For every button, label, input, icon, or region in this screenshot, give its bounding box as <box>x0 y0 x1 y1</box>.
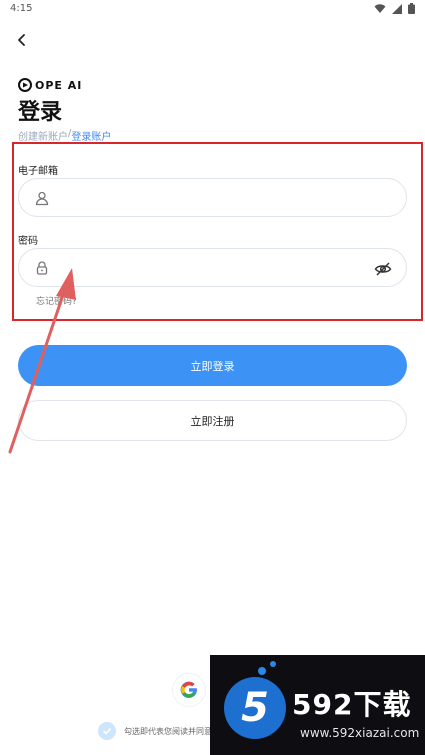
watermark-digit: 5 <box>241 685 269 731</box>
agreement-text: 勾选即代表您阅读并同意 <box>124 726 212 736</box>
watermark-logo: 5 592下载 www.592xiazai.com <box>210 655 425 755</box>
watermark-dot <box>258 667 266 675</box>
signal-icon <box>392 3 402 14</box>
wifi-icon <box>374 3 386 13</box>
login-account-link[interactable]: 登录账户 <box>71 128 111 143</box>
check-icon <box>102 727 112 735</box>
watermark-brand: 592下载 <box>292 688 412 721</box>
google-icon <box>180 681 197 698</box>
watermark-dot <box>270 661 276 667</box>
breadcrumb: 创建新账户 / 登录账户 <box>18 128 111 143</box>
status-bar: 4:15 <box>0 0 425 18</box>
page-title: 登录 <box>18 100 63 125</box>
logo-text: OPE AI <box>35 78 83 92</box>
app-logo: OPE AI <box>18 78 82 92</box>
battery-icon <box>408 3 415 14</box>
agreement-row: 勾选即代表您阅读并同意 <box>98 722 212 740</box>
watermark-badge: 5 <box>224 677 286 739</box>
login-button[interactable]: 立即登录 <box>18 345 407 386</box>
chevron-left-icon <box>18 34 25 46</box>
create-account-link[interactable]: 创建新账户 <box>18 128 68 143</box>
google-login-button[interactable] <box>173 674 205 706</box>
register-button[interactable]: 立即注册 <box>18 400 407 441</box>
logo-mark-icon <box>18 78 32 92</box>
back-button[interactable] <box>12 30 32 50</box>
highlight-box <box>12 142 423 321</box>
status-time: 4:15 <box>10 3 33 14</box>
watermark-url: www.592xiazai.com <box>300 726 420 740</box>
agree-checkbox[interactable] <box>98 722 116 740</box>
status-icons <box>374 3 415 14</box>
